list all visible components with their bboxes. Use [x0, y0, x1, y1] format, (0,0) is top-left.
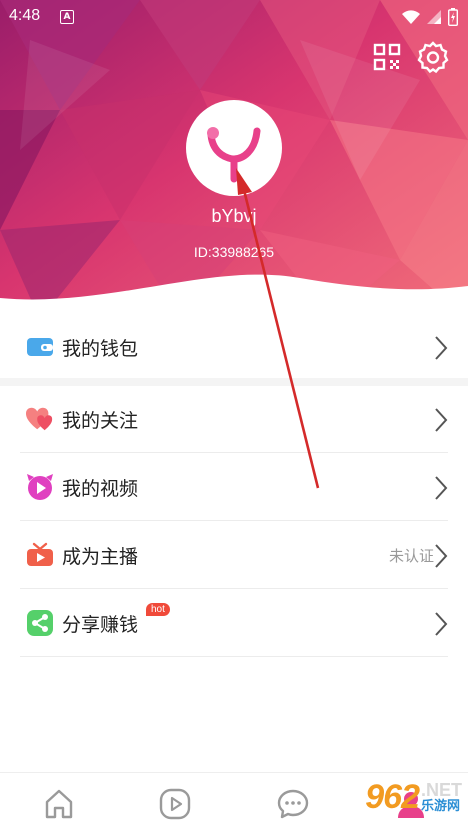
hearts-icon	[26, 405, 54, 433]
site-watermark: 962 .NET 乐游网	[365, 778, 462, 817]
menu-label: 成为主播	[62, 545, 139, 568]
menu-item-wallet[interactable]: 我的钱包	[20, 314, 448, 380]
avatar[interactable]	[186, 100, 282, 196]
battery-icon	[448, 8, 458, 26]
row-divider	[20, 656, 448, 657]
watermark-site: 乐游网	[420, 798, 460, 814]
chevron-right-icon	[435, 544, 448, 568]
hot-badge: hot	[146, 603, 170, 616]
chevron-right-icon	[435, 612, 448, 636]
menu-item-become-host[interactable]: 成为主播 未认证	[20, 522, 448, 588]
menu-item-share-earn[interactable]: 分享赚钱	[20, 590, 448, 656]
watermark-number: 962	[365, 778, 420, 816]
menu-label: 我的钱包	[62, 337, 139, 360]
user-id: ID:33988265	[193, 244, 275, 260]
username: bYbvj	[211, 206, 257, 226]
chevron-right-icon	[435, 408, 448, 432]
menu-label: 我的视频	[62, 477, 139, 500]
play-icon[interactable]	[158, 787, 192, 821]
row-divider	[20, 588, 448, 589]
wallet-icon	[26, 333, 54, 361]
chat-icon[interactable]	[276, 787, 310, 821]
video-icon	[26, 473, 54, 501]
menu-item-my-videos[interactable]: 我的视频	[20, 454, 448, 520]
row-divider	[20, 452, 448, 453]
chevron-right-icon	[435, 336, 448, 360]
menu-label: 我的关注	[62, 409, 139, 432]
settings-gear-icon[interactable]	[416, 40, 450, 74]
tv-icon	[26, 541, 54, 569]
qr-code-icon[interactable]	[370, 40, 404, 74]
section-divider	[0, 378, 468, 386]
chevron-right-icon	[435, 476, 448, 500]
wifi-icon	[402, 10, 420, 24]
status-icons	[402, 8, 458, 26]
status-bar: 4:48 A	[0, 0, 468, 34]
share-icon	[26, 609, 54, 637]
notification-icon: A	[60, 10, 74, 24]
home-icon[interactable]	[42, 787, 76, 821]
status-time: 4:48	[9, 7, 41, 24]
profile-header: 4:48 A bYbvj ID:33988265	[0, 0, 468, 320]
app-logo-icon	[207, 127, 261, 183]
menu-item-following[interactable]: 我的关注	[20, 386, 448, 452]
signal-icon	[427, 10, 441, 24]
menu-label: 分享赚钱	[62, 613, 139, 636]
verification-status: 未认证	[388, 547, 434, 565]
watermark-net: .NET	[420, 779, 462, 800]
row-divider	[20, 520, 448, 521]
